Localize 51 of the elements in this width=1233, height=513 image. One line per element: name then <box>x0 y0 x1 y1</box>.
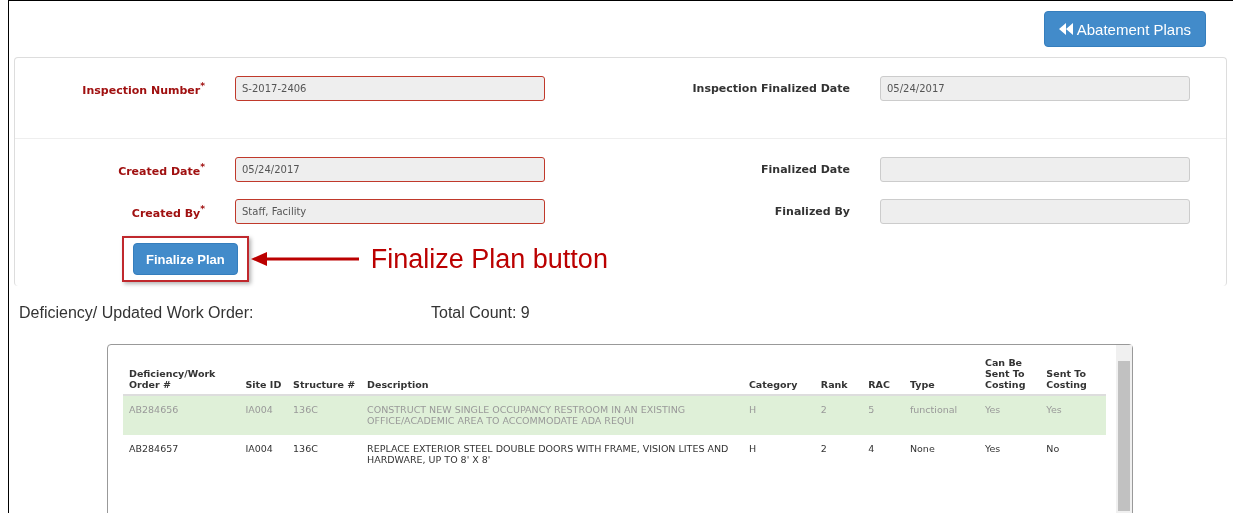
table-cell: 4 <box>868 443 875 454</box>
table-cell: 2 <box>820 404 827 415</box>
table-cell: No <box>1046 443 1060 454</box>
table-cell: IA004 <box>245 404 273 415</box>
input-field[interactable] <box>880 199 1190 224</box>
table-cell: Yes <box>1046 404 1062 415</box>
table-cell: AB284657 <box>129 443 179 454</box>
finalize-button[interactable]: Finalize Plan <box>133 243 238 275</box>
column-header: Category <box>748 379 798 390</box>
input-field[interactable]: Staff, Facility <box>235 199 545 224</box>
table-cell: None <box>909 443 935 454</box>
table-cell: Yes <box>984 404 1001 415</box>
input-field[interactable]: 05/24/2017 <box>235 157 545 182</box>
table-cell: CONSTRUCT NEW SINGLE OCCUPANCY RESTROOM IN AN EXISTING OFFICE/ACADEMIC AREA TO ACCOMMODATE ADA REQUI <box>367 404 686 426</box>
column-header: Site ID <box>245 379 282 390</box>
column-header: Sent To Costing <box>1046 368 1087 390</box>
field-label: Inspection Finalized Date <box>692 82 850 95</box>
list-title: Deficiency/ Updated Work Order: <box>19 304 255 322</box>
field-label: Finalized Date <box>761 163 850 176</box>
column-header: Rank <box>820 379 848 390</box>
input-field[interactable]: S-2017-2406 <box>235 76 545 101</box>
arrow-icon <box>250 251 361 267</box>
column-header: Structure # <box>293 379 356 390</box>
back-button[interactable]: Abatement Plans <box>1043 11 1206 47</box>
table-cell: IA004 <box>245 443 273 454</box>
table-cell: REPLACE EXTERIOR STEEL DOUBLE DOORS WITH FRAME, VISION LITES AND HARDWARE, UP TO 8' X 8' <box>367 443 729 465</box>
field-label: Created By$^{*}$ <box>131 203 205 220</box>
table-cell: 136C <box>293 443 318 454</box>
field-label: Inspection Number$^{*}$ <box>82 80 205 97</box>
table-cell: 136C <box>293 404 318 415</box>
table-cell: functional <box>909 404 958 415</box>
column-header: Type <box>909 379 935 390</box>
table-cell: AB284656 <box>129 404 179 415</box>
table-cell: 2 <box>820 443 827 454</box>
scrollbar[interactable] <box>1116 345 1132 513</box>
column-header: Description <box>367 379 429 390</box>
field-label: Finalized By <box>774 205 850 218</box>
total-count: Total Count: 9 <box>431 304 530 322</box>
annotation-text: Finalize Plan button <box>370 243 608 275</box>
column-header: Deficiency/Work Order # <box>129 368 216 390</box>
field-label: Created Date$^{*}$ <box>118 161 205 178</box>
column-header: RAC <box>868 379 890 390</box>
table-cell: 5 <box>868 404 875 415</box>
input-field[interactable]: 05/24/2017 <box>880 76 1190 101</box>
table-cell: H <box>748 404 757 415</box>
input-field[interactable] <box>880 157 1190 182</box>
column-header: Can Be Sent To Costing <box>984 357 1026 390</box>
table-cell: Yes <box>984 443 1001 454</box>
table-cell: H <box>748 443 757 454</box>
double-chevron-left-icon <box>1058 23 1073 35</box>
table-row[interactable]: AB284657 IA004 136C REPLACE EXTERIOR STEEL DOUBLE DOORS WITH FRAME, VISION LITES AND HARDWARE, UP TO 8' X 8' H 2 4 None Yes No <box>123 435 1106 471</box>
